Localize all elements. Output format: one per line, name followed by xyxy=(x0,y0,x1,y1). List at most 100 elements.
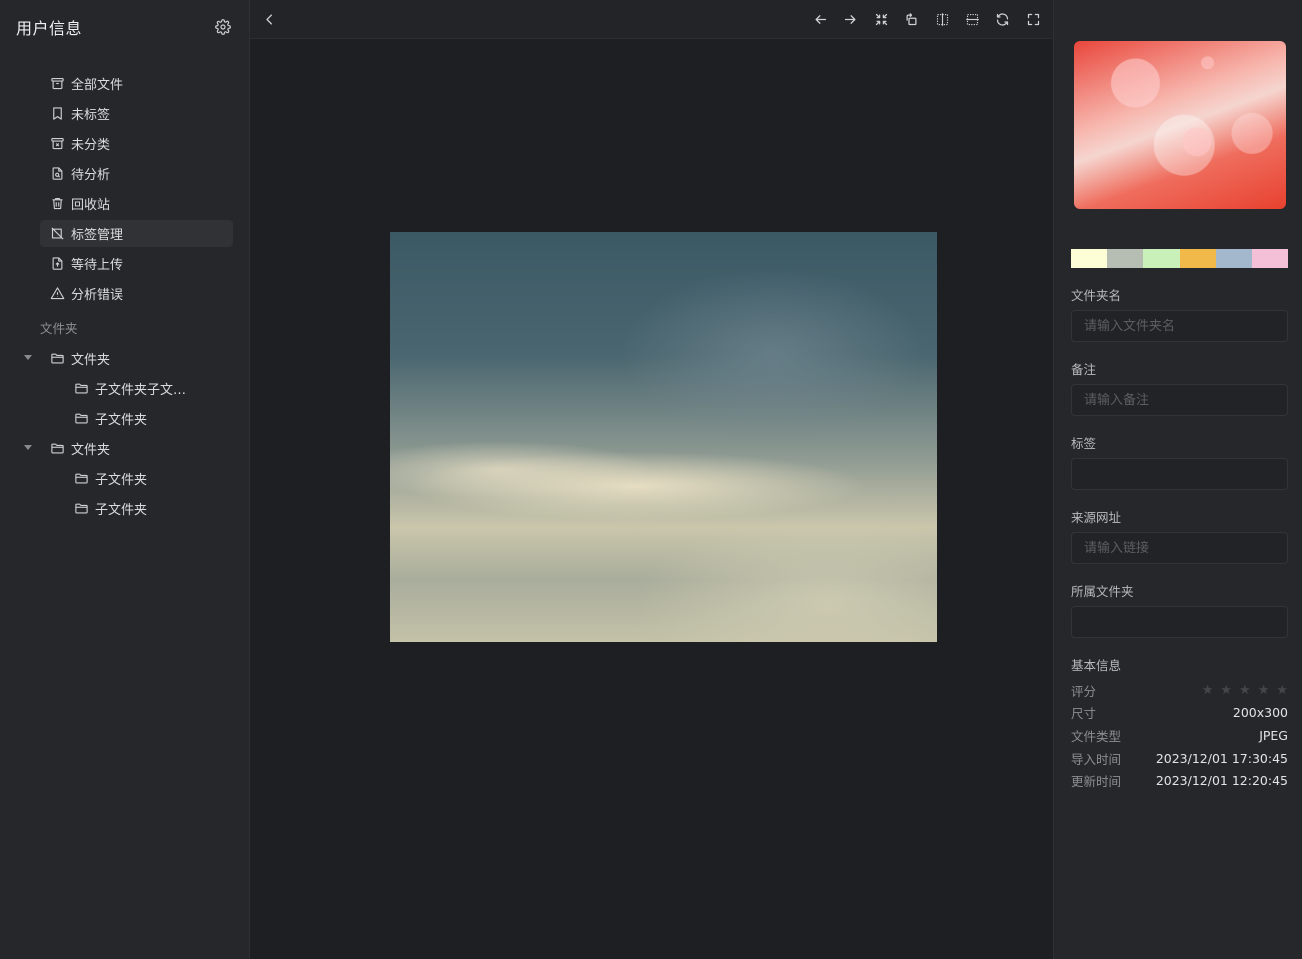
image-viewer xyxy=(250,0,1053,959)
sidebar-item-tag-management[interactable]: 标签管理 xyxy=(40,220,233,247)
parent-folder-field xyxy=(1071,606,1288,638)
folder-icon xyxy=(74,381,89,396)
imported-row: 导入时间 2023/12/01 17:30:45 xyxy=(1071,749,1288,767)
folder-icon xyxy=(74,471,89,486)
caret-down-icon[interactable] xyxy=(24,355,32,360)
fit-icon[interactable] xyxy=(872,10,890,28)
folder-label: 文件夹 xyxy=(71,353,111,368)
folder-icon xyxy=(50,441,65,456)
folder-item[interactable]: 文件夹 xyxy=(0,345,249,372)
sidebar-item-label: 未标签 xyxy=(71,108,111,123)
subfolder-item[interactable]: 子文件夹 xyxy=(0,465,249,492)
sidebar-item-all-files[interactable]: 全部文件 xyxy=(40,70,233,97)
tags-label: 标签 xyxy=(1071,436,1097,451)
color-swatch[interactable] xyxy=(1143,249,1180,268)
folder-icon xyxy=(50,351,65,366)
sidebar-item-untagged[interactable]: 未标签 xyxy=(40,100,233,127)
rating-stars[interactable]: ★ ★ ★ ★ ★ xyxy=(1202,684,1288,697)
folder-name-input[interactable] xyxy=(1072,311,1287,341)
archive-x-icon xyxy=(50,136,65,151)
folders-section-label: 文件夹 xyxy=(40,321,78,336)
subfolder-label: 子文件夹 xyxy=(95,413,148,428)
subfolder-label: 子文件夹 xyxy=(95,473,148,488)
source-url-input[interactable] xyxy=(1072,533,1287,563)
rating-label: 评分 xyxy=(1071,683,1097,699)
star-icon[interactable]: ★ xyxy=(1258,684,1270,697)
color-swatch[interactable] xyxy=(1251,249,1289,268)
star-icon[interactable]: ★ xyxy=(1276,684,1288,697)
imported-label: 导入时间 xyxy=(1071,751,1122,767)
sidebar-item-label: 回收站 xyxy=(71,198,111,213)
color-swatch[interactable] xyxy=(1107,249,1144,268)
user-info-title[interactable]: 用户信息 xyxy=(16,15,82,39)
sidebar: 用户信息 全部文件 未标签 未分类 待分析 回收站 标签管理 等待上传 分析错误… xyxy=(0,0,250,959)
size-value: 200x300 xyxy=(1232,704,1288,720)
sidebar-item-label: 未分类 xyxy=(71,138,111,153)
folder-item[interactable]: 文件夹 xyxy=(0,435,249,462)
trash-icon xyxy=(50,196,65,211)
basic-info-title: 基本信息 xyxy=(1071,658,1122,673)
sidebar-item-pending-analysis[interactable]: 待分析 xyxy=(40,160,233,187)
type-value: JPEG xyxy=(1259,727,1288,743)
updated-row: 更新时间 2023/12/01 12:20:45 xyxy=(1071,771,1288,789)
color-palette xyxy=(1071,249,1289,268)
subfolder-item[interactable]: 子文件夹 xyxy=(0,495,249,522)
folder-name-field xyxy=(1071,310,1288,342)
thumbnail-preview[interactable] xyxy=(1074,41,1286,209)
updated-label: 更新时间 xyxy=(1071,773,1122,789)
sidebar-item-uncategorized[interactable]: 未分类 xyxy=(40,130,233,157)
note-field xyxy=(1071,384,1288,416)
rating-row: 评分 ★ ★ ★ ★ ★ xyxy=(1071,681,1288,699)
star-icon[interactable]: ★ xyxy=(1220,684,1232,697)
folder-tree: 文件夹 子文件夹子文件夹 子文件夹 文件夹 子文件夹 子文件夹 xyxy=(0,345,249,522)
gear-icon[interactable] xyxy=(215,19,231,35)
sidebar-item-label: 全部文件 xyxy=(71,78,124,93)
type-row: 文件类型 JPEG xyxy=(1071,726,1288,744)
folder-icon xyxy=(74,501,89,516)
back-icon[interactable] xyxy=(260,10,278,28)
subfolder-item[interactable]: 子文件夹子文件夹 xyxy=(0,375,249,402)
file-search-icon xyxy=(50,166,65,181)
tag-off-icon xyxy=(50,226,65,241)
caret-down-icon[interactable] xyxy=(24,445,32,450)
file-upload-icon xyxy=(50,256,65,271)
color-swatch[interactable] xyxy=(1215,249,1252,268)
note-input[interactable] xyxy=(1072,385,1287,415)
parent-folder-input[interactable] xyxy=(1072,607,1287,637)
folder-name-label: 文件夹名 xyxy=(1071,288,1122,303)
subfolder-label: 子文件夹 xyxy=(95,503,148,518)
sidebar-item-label: 待分析 xyxy=(71,168,111,183)
bookmark-icon xyxy=(50,106,65,121)
type-label: 文件类型 xyxy=(1071,728,1122,744)
sidebar-item-label: 等待上传 xyxy=(71,258,124,273)
split-horizontal-icon[interactable] xyxy=(963,10,981,28)
source-url-field xyxy=(1071,532,1288,564)
viewer-toolbar xyxy=(250,0,1053,39)
sidebar-item-label: 标签管理 xyxy=(71,228,124,243)
sidebar-header: 用户信息 xyxy=(0,0,249,54)
sidebar-nav: 全部文件 未标签 未分类 待分析 回收站 标签管理 等待上传 分析错误 xyxy=(0,54,249,307)
note-label: 备注 xyxy=(1071,362,1097,377)
sidebar-item-pending-upload[interactable]: 等待上传 xyxy=(40,250,233,277)
tags-input[interactable] xyxy=(1072,459,1287,489)
updated-value: 2023/12/01 12:20:45 xyxy=(1155,772,1288,788)
color-swatch[interactable] xyxy=(1071,249,1108,268)
source-url-label: 来源网址 xyxy=(1071,510,1122,525)
sidebar-item-label: 分析错误 xyxy=(71,288,124,303)
color-swatch[interactable] xyxy=(1179,249,1216,268)
sidebar-item-analysis-error[interactable]: 分析错误 xyxy=(40,280,233,307)
star-icon[interactable]: ★ xyxy=(1239,684,1251,697)
imported-value: 2023/12/01 17:30:45 xyxy=(1155,750,1288,766)
next-icon[interactable] xyxy=(841,10,859,28)
prev-icon[interactable] xyxy=(811,10,829,28)
sidebar-item-trash[interactable]: 回收站 xyxy=(40,190,233,217)
star-icon[interactable]: ★ xyxy=(1202,684,1214,697)
warning-icon xyxy=(50,286,65,301)
size-row: 尺寸 200x300 xyxy=(1071,703,1288,721)
refresh-icon[interactable] xyxy=(993,10,1011,28)
sky-photo[interactable] xyxy=(390,232,937,642)
subfolder-item[interactable]: 子文件夹 xyxy=(0,405,249,432)
rotate-icon[interactable] xyxy=(902,10,920,28)
split-vertical-icon[interactable] xyxy=(933,10,951,28)
fullscreen-icon[interactable] xyxy=(1024,10,1042,28)
